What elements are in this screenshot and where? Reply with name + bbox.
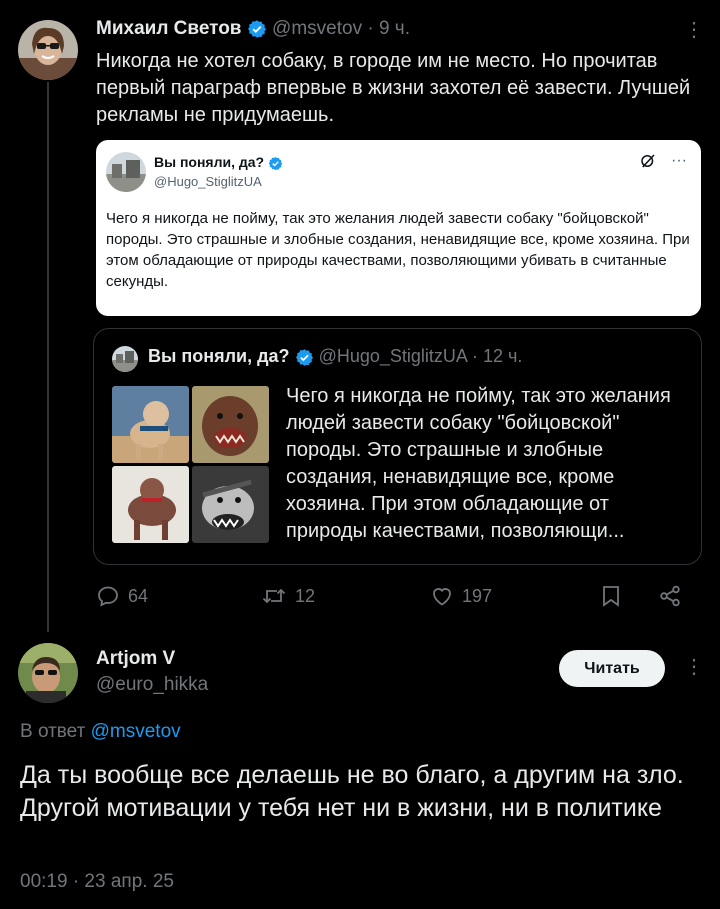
quote-time: · 12 ч.	[471, 346, 523, 366]
screenshot-icons: ···	[639, 152, 687, 170]
tweet-text: Никогда не хотел собаку, в городе им не …	[96, 50, 691, 126]
attached-screenshot-image[interactable]: Вы поняли, да? @Hugo_StiglitzUA ··· Чего…	[96, 140, 701, 316]
screenshot-author-avatar	[106, 152, 146, 192]
retweet-count: 12	[295, 585, 316, 606]
quote-text: Чего я никогда не пойму, так это желания…	[286, 385, 671, 542]
share-icon	[660, 585, 680, 607]
tweet-header: Михаил Светов @msvetov · 9 ч.	[96, 18, 410, 40]
grok-icon	[640, 154, 655, 168]
reply-author-handle[interactable]: @euro_hikka	[96, 674, 208, 696]
quote-author-name: Вы поняли, да?	[148, 346, 290, 366]
screenshot-author-handle: @Hugo_StiglitzUA	[154, 174, 262, 189]
reply-author-name[interactable]: Artjom V	[96, 648, 175, 670]
tweet-time: · 9 ч.	[367, 18, 410, 39]
verified-badge-icon	[295, 348, 313, 366]
reply-count: 64	[128, 585, 149, 606]
share-action[interactable]	[658, 584, 682, 608]
reply-to-line: В ответ @msvetov	[20, 721, 181, 743]
follow-button[interactable]: Читать	[559, 650, 665, 687]
screenshot-author-name: Вы поняли, да?	[154, 154, 283, 171]
reply-more-options-icon[interactable]: ⋮	[684, 657, 704, 677]
quote-author-handle: @Hugo_StiglitzUA	[318, 346, 467, 366]
quote-header: Вы поняли, да? @Hugo_StiglitzUA · 12 ч.	[148, 346, 522, 367]
verified-badge-icon	[247, 20, 266, 38]
screenshot-more-icon: ···	[671, 152, 687, 170]
reply-icon	[98, 586, 118, 607]
reply-to-mention-link[interactable]: @msvetov	[91, 721, 181, 742]
author-avatar[interactable]	[18, 20, 78, 80]
author-name[interactable]: Михаил Светов	[96, 18, 241, 39]
quote-author-avatar	[112, 346, 138, 372]
reply-text: Да ты вообще все делаешь не во благо, а …	[20, 761, 684, 822]
media-thumbnail[interactable]	[192, 466, 269, 543]
verified-badge-icon	[268, 156, 283, 170]
screenshot-text: Чего я никогда не пойму, так это желания…	[106, 210, 690, 290]
reply-action[interactable]: 64	[96, 584, 148, 608]
retweet-icon	[262, 588, 286, 604]
bookmark-icon	[603, 586, 619, 607]
media-thumbnail[interactable]	[112, 386, 189, 463]
like-count: 197	[462, 585, 493, 606]
media-thumbnail[interactable]	[192, 386, 269, 463]
quoted-tweet-card[interactable]: Вы поняли, да? @Hugo_StiglitzUA · 12 ч.	[93, 328, 702, 565]
thread-connector-line	[47, 82, 49, 632]
heart-icon	[433, 588, 451, 606]
more-options-icon[interactable]: ⋮	[684, 20, 704, 40]
reply-timestamp[interactable]: 00:19 · 23 апр. 25	[20, 871, 174, 893]
reply-author-avatar[interactable]	[18, 643, 78, 703]
reply-to-prefix: В ответ	[20, 721, 86, 742]
retweet-action[interactable]: 12	[261, 584, 315, 608]
media-thumbnail[interactable]	[112, 466, 189, 543]
author-handle[interactable]: @msvetov	[272, 18, 362, 39]
like-action[interactable]: 197	[430, 584, 492, 608]
bookmark-action[interactable]	[600, 584, 622, 608]
